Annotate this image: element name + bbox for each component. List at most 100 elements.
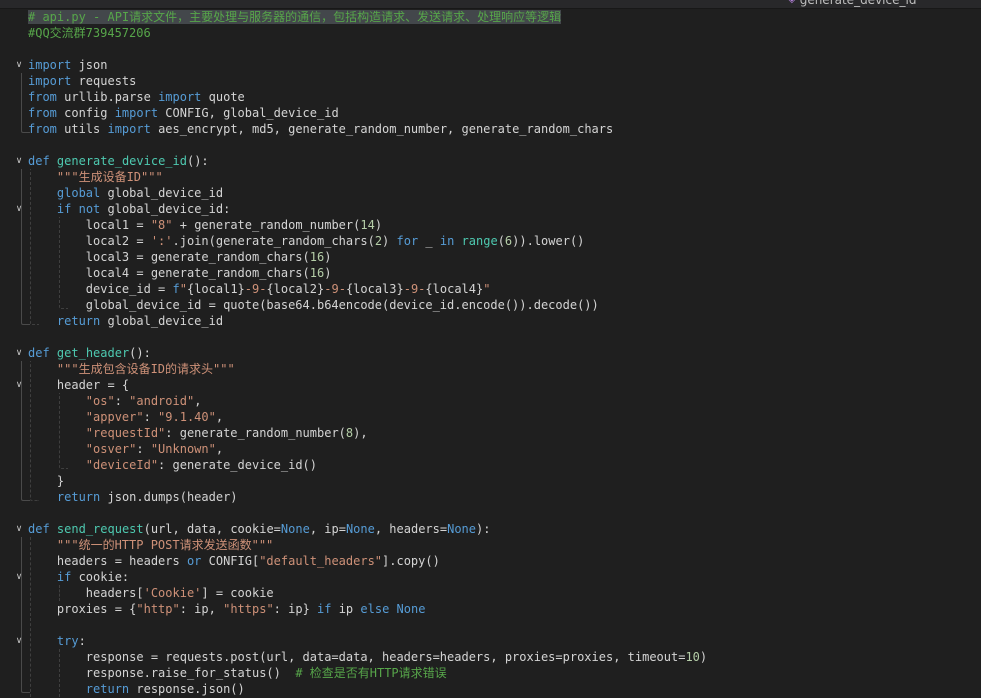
code-line[interactable]: "os": "android", [0, 393, 981, 409]
code-token: # 检查是否有HTTP请求错误 [295, 666, 446, 680]
code-line[interactable] [0, 329, 981, 345]
code-token: ) [324, 250, 331, 264]
code-token [28, 202, 57, 216]
code-line[interactable]: ∨ if cookie: [0, 569, 981, 585]
code-token: from [28, 122, 57, 136]
code-line[interactable]: #QQ交流群739457206 [0, 25, 981, 41]
code-token: urllib.parse [57, 90, 158, 104]
code-token: return [86, 682, 129, 696]
code-line[interactable]: local4 = generate_random_chars(16) [0, 265, 981, 281]
code-token: proxies = { [28, 602, 136, 616]
code-line[interactable]: return response.json() [0, 681, 981, 697]
code-line[interactable]: } [0, 473, 981, 489]
code-token: } [28, 474, 64, 488]
code-token: global_device_id [100, 314, 223, 328]
code-token: from [28, 106, 57, 120]
code-token [28, 442, 86, 456]
code-line[interactable]: local1 = "8" + generate_random_number(14… [0, 217, 981, 233]
editor-window: ◈ generate_device_id # api.py - API请求文件，… [0, 0, 981, 698]
code-token: try [57, 634, 79, 648]
code-token: header = { [28, 378, 129, 392]
code-line[interactable] [0, 617, 981, 633]
code-token: """生成包含设备ID的请求头""" [28, 362, 235, 376]
fold-chevron-icon[interactable]: ∨ [12, 633, 26, 649]
code-line[interactable]: global_device_id = quote(base64.b64encod… [0, 297, 981, 313]
code-token: range [462, 234, 498, 248]
code-token: "8" [151, 218, 173, 232]
code-line[interactable]: ∨ if not global_device_id: [0, 201, 981, 217]
code-token: : [136, 442, 150, 456]
code-token: json [71, 58, 107, 72]
code-token: import [28, 58, 71, 72]
code-token: : generate_device_id() [158, 458, 317, 472]
code-line[interactable]: from urllib.parse import quote [0, 89, 981, 105]
code-token: : [79, 634, 86, 648]
code-token: "9.1.40" [158, 410, 216, 424]
code-line[interactable]: local3 = generate_random_chars(16) [0, 249, 981, 265]
code-line[interactable]: headers = headers or CONFIG["default_hea… [0, 553, 981, 569]
fold-chevron-icon[interactable]: ∨ [12, 153, 26, 169]
fold-chevron-icon[interactable]: ∨ [12, 569, 26, 585]
code-line[interactable]: ∨def get_header(): [0, 345, 981, 361]
code-line[interactable]: local2 = ':'.join(generate_random_chars(… [0, 233, 981, 249]
code-line[interactable]: from utils import aes_encrypt, md5, gene… [0, 121, 981, 137]
code-line[interactable]: from config import CONFIG, global_device… [0, 105, 981, 121]
code-line[interactable]: ∨def generate_device_id(): [0, 153, 981, 169]
code-token: , headers= [375, 522, 447, 536]
code-token: : ip} [274, 602, 317, 616]
code-line[interactable]: ∨import json [0, 57, 981, 73]
code-token: (url, data, cookie= [144, 522, 281, 536]
fold-chevron-icon[interactable]: ∨ [12, 377, 26, 393]
code-token [50, 522, 57, 536]
code-token: -9- [245, 282, 267, 296]
code-line[interactable]: import requests [0, 73, 981, 89]
code-line[interactable]: "deviceId": generate_device_id() [0, 457, 981, 473]
code-line[interactable]: "osver": "Unknown", [0, 441, 981, 457]
code-token [28, 186, 57, 200]
code-line[interactable]: return json.dumps(header) [0, 489, 981, 505]
code-token: from [28, 90, 57, 104]
code-line[interactable]: ∨def send_request(url, data, cookie=None… [0, 521, 981, 537]
breadcrumb-symbol-label: generate_device_id [800, 0, 917, 6]
code-token: {local3} [346, 282, 404, 296]
code-token: None [281, 522, 310, 536]
code-line[interactable] [0, 505, 981, 521]
code-line[interactable]: ∨ try: [0, 633, 981, 649]
fold-chevron-icon[interactable]: ∨ [12, 345, 26, 361]
code-token: "osver" [86, 442, 137, 456]
breadcrumb-symbol[interactable]: ◈ generate_device_id [788, 0, 916, 6]
fold-chevron-icon[interactable]: ∨ [12, 201, 26, 217]
fold-chevron-icon[interactable]: ∨ [12, 57, 26, 73]
code-line[interactable]: response = requests.post(url, data=data,… [0, 649, 981, 665]
code-line[interactable]: "requestId": generate_random_number(8), [0, 425, 981, 441]
code-token: ( [498, 234, 505, 248]
code-line[interactable]: ∨ header = { [0, 377, 981, 393]
code-line[interactable]: return global_device_id [0, 313, 981, 329]
code-line[interactable]: proxies = {"http": ip, "https": ip} if i… [0, 601, 981, 617]
code-token: ), [353, 426, 367, 440]
code-token [28, 682, 86, 696]
code-line[interactable]: "appver": "9.1.40", [0, 409, 981, 425]
code-token [28, 490, 57, 504]
code-line[interactable]: response.raise_for_status() # 检查是否有HTTP请… [0, 665, 981, 681]
code-area[interactable]: # api.py - API请求文件，主要处理与服务器的通信，包括构造请求、发送… [0, 9, 981, 698]
code-token: ) [700, 650, 707, 664]
code-token: import [107, 122, 150, 136]
code-line[interactable]: """生成设备ID""" [0, 169, 981, 185]
fold-chevron-icon[interactable]: ∨ [12, 521, 26, 537]
code-token: : ip, [180, 602, 223, 616]
code-line[interactable]: headers['Cookie'] = cookie [0, 585, 981, 601]
code-line[interactable]: # api.py - API请求文件，主要处理与服务器的通信，包括构造请求、发送… [0, 9, 981, 25]
code-token: (): [129, 346, 151, 360]
code-line[interactable] [0, 137, 981, 153]
code-token: 14 [360, 218, 374, 232]
code-token: for [397, 234, 419, 248]
code-token: """生成设备ID""" [28, 170, 163, 184]
code-token: global_device_id [100, 186, 223, 200]
code-line[interactable]: global global_device_id [0, 185, 981, 201]
code-line[interactable] [0, 41, 981, 57]
code-line[interactable]: """生成包含设备ID的请求头""" [0, 361, 981, 377]
code-line[interactable]: """统一的HTTP POST请求发送函数""" [0, 537, 981, 553]
code-line[interactable]: device_id = f"{local1}-9-{local2}-9-{loc… [0, 281, 981, 297]
code-token: "Unknown" [151, 442, 216, 456]
